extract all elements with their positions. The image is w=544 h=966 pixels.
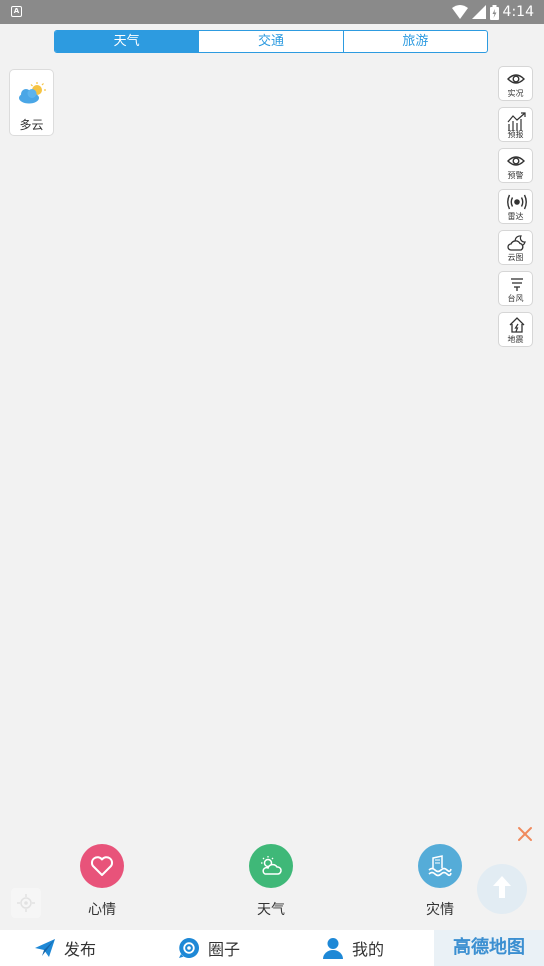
close-icon[interactable]: [516, 825, 534, 843]
locate-icon: [17, 894, 35, 912]
tool-label: 实况: [507, 89, 524, 98]
tool-typhoon[interactable]: 台风: [498, 271, 533, 306]
signal-icon: [471, 5, 486, 19]
wifi-icon: [451, 5, 468, 19]
tool-label: 云图: [507, 253, 524, 262]
cloud-moon-icon: [507, 235, 526, 251]
weather-condition-label: 多云: [19, 118, 44, 132]
upload-button[interactable]: [477, 864, 527, 914]
nav-mine[interactable]: 我的: [322, 930, 384, 966]
person-icon: [323, 938, 343, 959]
sun-cloud-icon: [249, 844, 293, 888]
tool-earthquake[interactable]: 地震: [498, 312, 533, 347]
disaster-report-button[interactable]: 灾情: [400, 844, 480, 919]
nav-label: 我的: [352, 940, 385, 959]
action-panel: 心情 天气 灾情: [0, 818, 544, 930]
action-label: 天气: [257, 902, 285, 918]
status-icons: 4:14: [451, 3, 534, 21]
tab-travel[interactable]: 旅游: [342, 31, 487, 52]
map-tools: 实况 预报 预警 雷达 云图 台风 地震: [498, 66, 533, 353]
locate-button[interactable]: [11, 888, 41, 918]
tool-label: 雷达: [507, 212, 524, 221]
tab-weather[interactable]: 天气: [55, 31, 199, 52]
weather-report-button[interactable]: 天气: [231, 844, 311, 919]
nav-label: 发布: [64, 940, 97, 959]
action-label: 心情: [88, 902, 116, 918]
tool-warning[interactable]: 预警: [498, 148, 533, 183]
heart-icon: [80, 844, 124, 888]
tool-label: 地震: [507, 335, 524, 344]
current-weather-badge[interactable]: 多云: [9, 69, 54, 136]
clock: 4:14: [502, 4, 534, 20]
action-label: 灾情: [426, 902, 454, 918]
nav-publish[interactable]: 发布: [34, 930, 96, 966]
partly-cloudy-icon: [19, 82, 46, 104]
typhoon-icon: [511, 278, 523, 291]
category-tabs: 天气 交通 旅游: [54, 30, 488, 53]
nav-label: 圈子: [208, 940, 241, 959]
battery-icon: [489, 4, 499, 20]
upload-arrow-icon: [493, 876, 511, 898]
tool-forecast[interactable]: 预报: [498, 107, 533, 142]
radar-icon: [507, 194, 527, 210]
tool-label: 预报: [507, 130, 524, 139]
nav-circle[interactable]: 圈子: [178, 930, 240, 966]
tool-live[interactable]: 实况: [498, 66, 533, 101]
tool-cloud-map[interactable]: 云图: [498, 230, 533, 265]
paper-plane-icon: [35, 939, 55, 957]
tool-label: 台风: [507, 294, 524, 303]
eye-icon: [507, 74, 525, 84]
bottom-nav: 发布 圈子 我的 高德地图: [0, 930, 544, 966]
flood-icon: [418, 844, 462, 888]
amap-logo: 高德地图: [434, 930, 544, 966]
circle-icon: [179, 938, 199, 958]
house-quake-icon: [509, 317, 525, 333]
status-bar: A 4:14: [0, 0, 544, 24]
mood-button[interactable]: 心情: [62, 844, 142, 919]
tool-label: 预警: [507, 171, 524, 180]
eye-icon: [507, 156, 525, 166]
notification-a-icon: A: [11, 6, 22, 17]
tab-traffic[interactable]: 交通: [198, 31, 342, 52]
tool-radar[interactable]: 雷达: [498, 189, 533, 224]
